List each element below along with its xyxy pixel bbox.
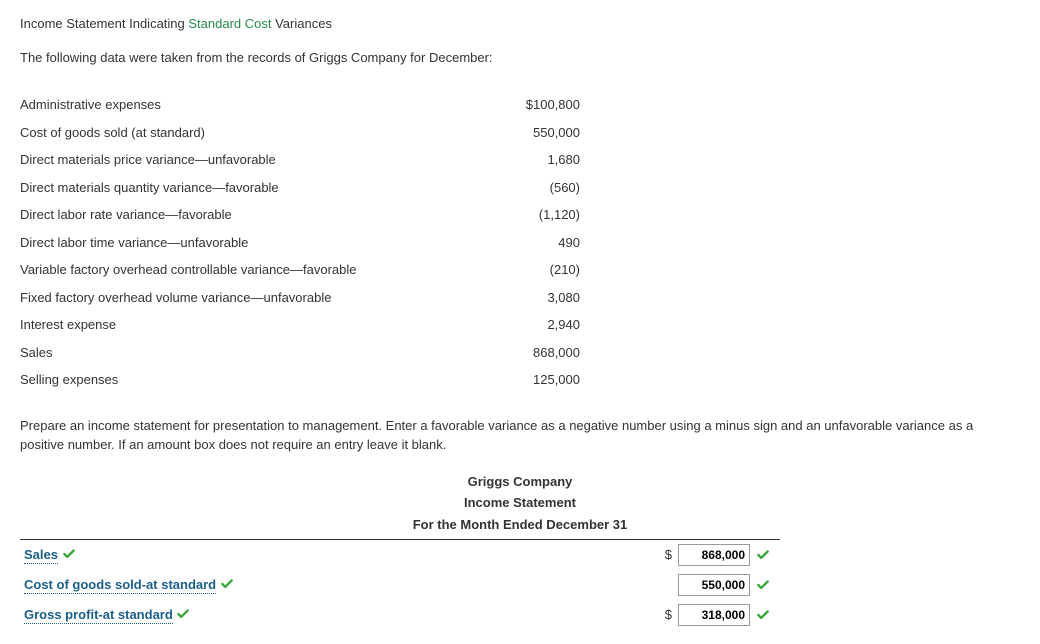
check-icon [756,578,770,592]
records-value: 3,080 [420,284,620,312]
title-pre: Income Statement Indicating [20,16,188,31]
heading-company: Griggs Company [230,471,810,493]
amount-input[interactable] [678,574,750,596]
worksheet-row-label[interactable]: Cost of goods sold-at standard [24,577,216,594]
worksheet-row-label-cell: Gross profit-at standard [20,605,570,625]
title-post: Variances [271,16,331,31]
records-value: 125,000 [420,366,620,394]
check-icon [220,577,234,591]
records-row: Cost of goods sold (at standard)550,000 [20,119,620,147]
records-row: Selling expenses125,000 [20,366,620,394]
intro-text: The following data were taken from the r… [20,48,1020,68]
check-icon [176,607,190,621]
heading-statement: Income Statement [230,492,810,514]
worksheet-row-label-cell: Cost of goods sold-at standard [20,575,570,595]
records-row: Direct labor time variance—unfavorable49… [20,229,620,257]
amount-input[interactable] [678,604,750,626]
check-icon [756,608,770,622]
worksheet-row-amount-cell: $ [570,604,770,626]
page-title: Income Statement Indicating Standard Cos… [20,14,1020,34]
records-label: Fixed factory overhead volume variance—u… [20,284,420,312]
records-value: 2,940 [420,311,620,339]
dollar-sign-empty [668,575,672,595]
check-icon [62,547,76,561]
worksheet-row-amount-cell [570,574,770,596]
worksheet-area: Sales $ Cost of goods sold-at standard G… [20,539,780,630]
records-row: Direct materials quantity variance—favor… [20,174,620,202]
heading-period: For the Month Ended December 31 [230,514,810,536]
worksheet-row-label-cell: Sales [20,545,570,565]
dollar-sign: $ [665,605,672,625]
instructions-text: Prepare an income statement for presenta… [20,416,1020,455]
records-label: Direct labor time variance—unfavorable [20,229,420,257]
worksheet-row-label[interactable]: Gross profit-at standard [24,607,173,624]
records-row: Direct labor rate variance—favorable(1,1… [20,201,620,229]
records-row: Interest expense2,940 [20,311,620,339]
worksheet-row: Cost of goods sold-at standard [20,570,780,600]
records-row: Direct materials price variance—unfavora… [20,146,620,174]
amount-input[interactable] [678,544,750,566]
records-value: (210) [420,256,620,284]
records-value: $100,800 [420,91,620,119]
dollar-sign: $ [665,545,672,565]
records-row: Fixed factory overhead volume variance—u… [20,284,620,312]
worksheet-row: Gross profit-at standard $ [20,600,780,630]
records-value: 1,680 [420,146,620,174]
records-value: 868,000 [420,339,620,367]
records-row: Administrative expenses$100,800 [20,91,620,119]
records-label: Sales [20,339,420,367]
records-label: Direct materials price variance—unfavora… [20,146,420,174]
title-highlight: Standard Cost [188,16,271,31]
records-table: Administrative expenses$100,800Cost of g… [20,91,620,394]
check-icon [756,548,770,562]
records-value: (560) [420,174,620,202]
records-row: Sales868,000 [20,339,620,367]
records-label: Cost of goods sold (at standard) [20,119,420,147]
records-label: Interest expense [20,311,420,339]
worksheet-row-label[interactable]: Sales [24,547,58,564]
records-label: Selling expenses [20,366,420,394]
records-row: Variable factory overhead controllable v… [20,256,620,284]
worksheet-heading: Griggs Company Income Statement For the … [230,471,810,536]
records-value: (1,120) [420,201,620,229]
records-label: Direct materials quantity variance—favor… [20,174,420,202]
records-value: 550,000 [420,119,620,147]
worksheet-row: Sales $ [20,540,780,570]
records-label: Administrative expenses [20,91,420,119]
records-value: 490 [420,229,620,257]
records-label: Direct labor rate variance—favorable [20,201,420,229]
records-label: Variable factory overhead controllable v… [20,256,420,284]
worksheet-row-amount-cell: $ [570,544,770,566]
